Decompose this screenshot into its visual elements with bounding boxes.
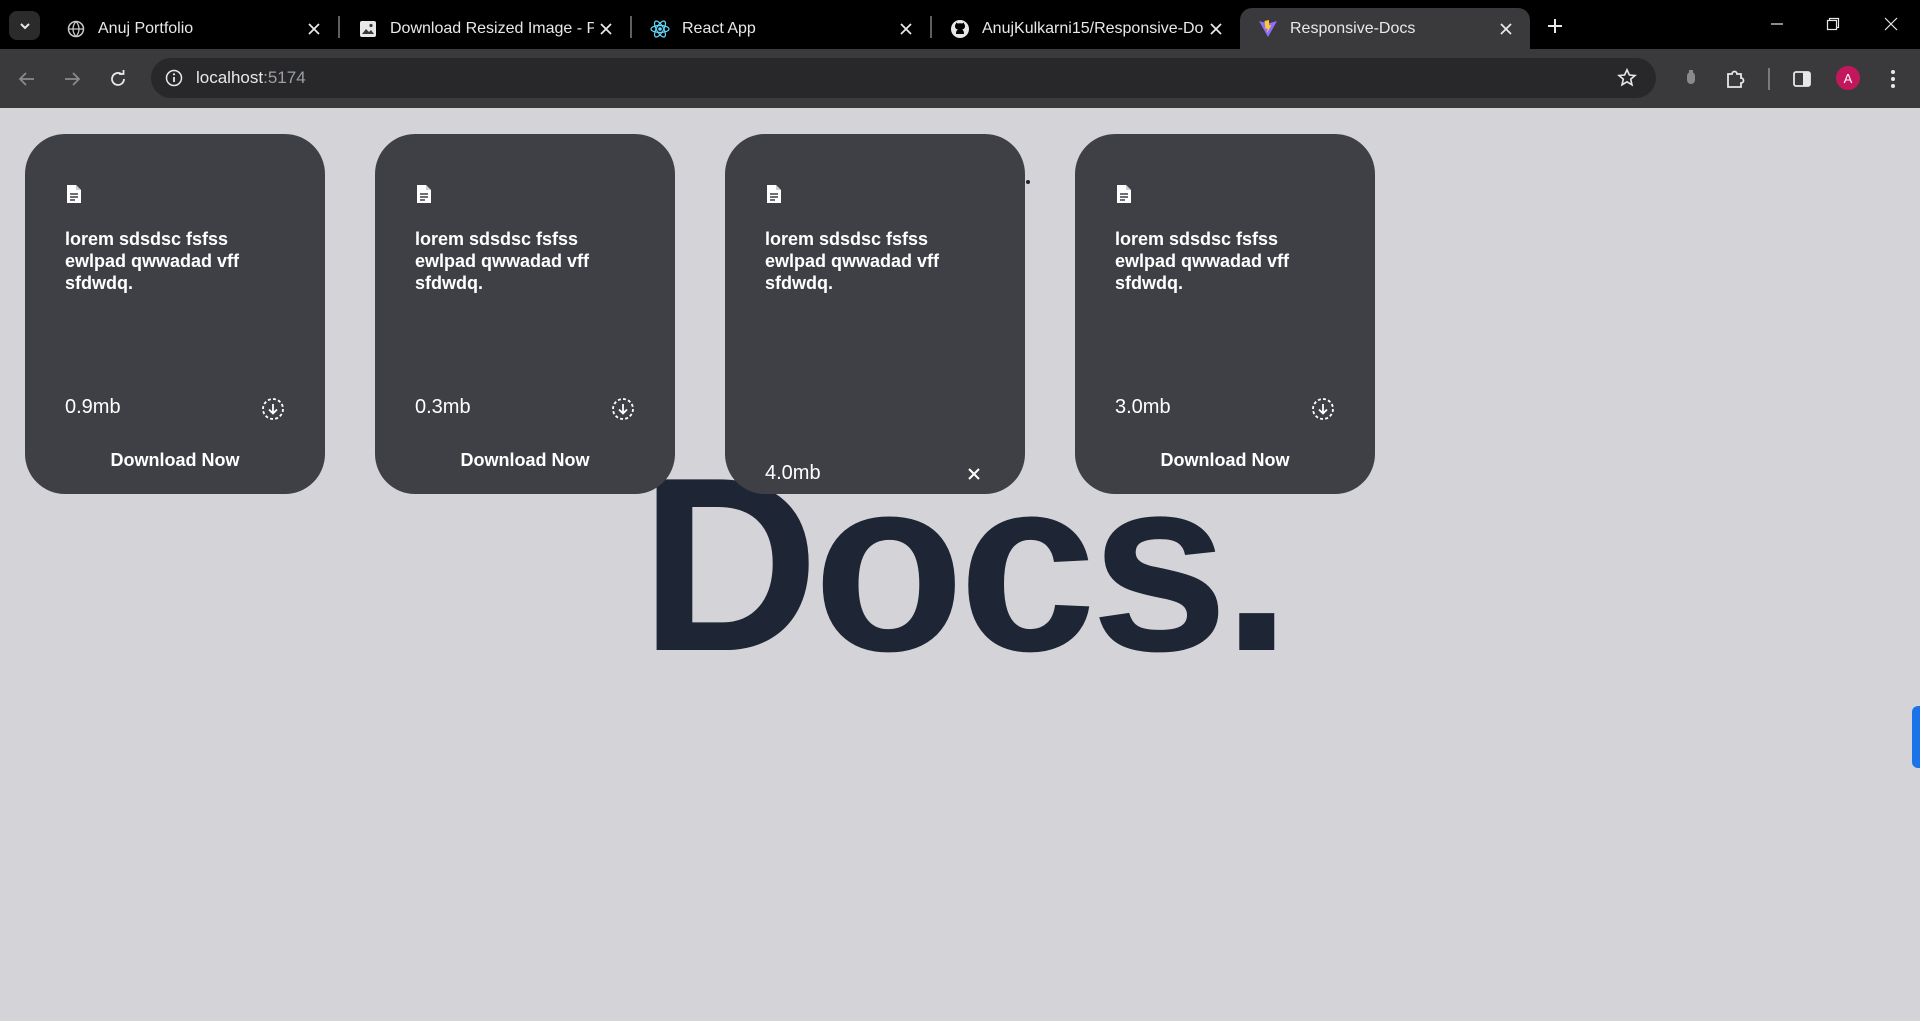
tab-title: Download Resized Image - Pi7	[390, 19, 594, 37]
reload-icon	[111, 70, 125, 86]
doc-file-size: 4.0mb	[765, 462, 821, 484]
arrow-left-icon	[18, 72, 34, 86]
doc-description: lorem sdsdsc fsfss ewlpad qwwadad vff sf…	[65, 229, 240, 293]
back-button[interactable]	[12, 64, 42, 94]
url-host: localhost	[196, 68, 264, 87]
decorative-dot	[1026, 180, 1030, 184]
profile-avatar[interactable]: A	[1836, 66, 1860, 90]
doc-description: lorem sdsdsc fsfss ewlpad qwwadad vff sf…	[765, 229, 940, 293]
extensions-puzzle-icon[interactable]	[1721, 64, 1751, 94]
document-icon	[67, 185, 81, 203]
close-tab-icon[interactable]	[594, 17, 618, 41]
url-text[interactable]: localhost:5174	[196, 68, 306, 88]
download-icon[interactable]	[610, 396, 636, 422]
download-now-button[interactable]: Download Now	[1075, 426, 1375, 494]
toolbar-divider	[1768, 68, 1770, 90]
plus-icon	[1548, 19, 1562, 33]
tab-title: Anuj Portfolio	[98, 19, 194, 37]
globe-icon	[66, 19, 86, 39]
side-scroll-handle[interactable]	[1912, 706, 1920, 768]
doc-file-size: 3.0mb	[1115, 396, 1171, 418]
react-icon	[650, 19, 670, 39]
close-tab-icon[interactable]	[1204, 17, 1228, 41]
tab-title: React App	[682, 19, 756, 37]
tab-title: Responsive-Docs	[1290, 19, 1416, 37]
tab-react-app[interactable]: React App	[632, 8, 932, 49]
close-tab-icon[interactable]	[1494, 17, 1518, 41]
close-icon[interactable]	[961, 461, 987, 487]
site-info-icon[interactable]	[162, 66, 186, 90]
image-icon	[358, 19, 378, 39]
chevron-down-icon	[19, 22, 30, 29]
restore-icon	[1826, 17, 1840, 31]
reload-button[interactable]	[103, 64, 133, 94]
tab-search-button[interactable]	[9, 11, 40, 40]
github-icon	[950, 19, 970, 39]
restore-button[interactable]	[1810, 6, 1856, 42]
tab-strip: Anuj Portfolio Download Resized Image - …	[0, 0, 1920, 49]
doc-card[interactable]: lorem sdsdsc fsfss ewlpad qwwadad vff sf…	[725, 134, 1025, 494]
address-bar[interactable]: localhost:5174	[151, 58, 1656, 98]
download-now-button[interactable]: Download Now	[375, 426, 675, 494]
doc-description: lorem sdsdsc fsfss ewlpad qwwadad vff sf…	[415, 229, 590, 293]
tab-responsive-docs[interactable]: Responsive-Docs	[1240, 8, 1530, 49]
tab-github-responsive-docs[interactable]: AnujKulkarni15/Responsive-Do	[932, 8, 1240, 49]
close-icon	[1884, 17, 1898, 31]
tab-anuj-portfolio[interactable]: Anuj Portfolio	[48, 8, 340, 49]
download-now-button[interactable]: Download Now	[25, 426, 325, 494]
doc-card[interactable]: lorem sdsdsc fsfss ewlpad qwwadad vff sf…	[1075, 134, 1375, 494]
more-menu-icon[interactable]	[1878, 64, 1908, 94]
tab-download-resized-image[interactable]: Download Resized Image - Pi7	[340, 8, 632, 49]
minimize-icon	[1771, 23, 1783, 25]
document-icon	[1117, 185, 1131, 203]
arrow-right-icon	[65, 72, 81, 86]
side-panel-icon[interactable]	[1787, 64, 1817, 94]
document-icon	[417, 185, 431, 203]
doc-card[interactable]: lorem sdsdsc fsfss ewlpad qwwadad vff sf…	[25, 134, 325, 494]
minimize-button[interactable]	[1754, 6, 1800, 42]
url-port: :5174	[263, 68, 306, 87]
extension-pin-icon[interactable]	[1676, 64, 1706, 94]
tab-title: AnujKulkarni15/Responsive-Do	[982, 19, 1204, 37]
close-tab-icon[interactable]	[302, 17, 326, 41]
doc-file-size: 0.9mb	[65, 396, 121, 418]
doc-card[interactable]: lorem sdsdsc fsfss ewlpad qwwadad vff sf…	[375, 134, 675, 494]
new-tab-button[interactable]	[1541, 12, 1569, 40]
browser-toolbar: localhost:5174	[0, 49, 1920, 108]
page-content: Docs. lorem sdsdsc fsfss ewlpad qwwadad …	[0, 108, 1920, 1021]
bookmark-star-icon[interactable]	[1615, 66, 1639, 90]
download-icon[interactable]	[1310, 396, 1336, 422]
doc-file-size: 0.3mb	[415, 396, 471, 418]
document-icon	[767, 185, 781, 203]
vite-icon	[1258, 19, 1278, 39]
forward-button[interactable]	[57, 64, 87, 94]
doc-description: lorem sdsdsc fsfss ewlpad qwwadad vff sf…	[1115, 229, 1290, 293]
close-window-button[interactable]	[1868, 6, 1914, 42]
close-tab-icon[interactable]	[894, 17, 918, 41]
download-icon[interactable]	[260, 396, 286, 422]
